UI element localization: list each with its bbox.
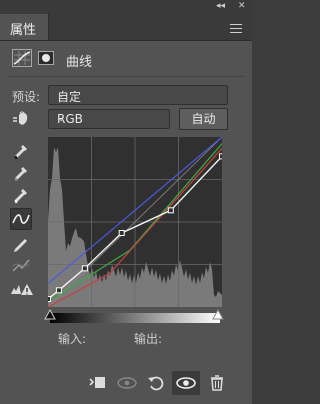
curves-graph[interactable] — [48, 137, 222, 307]
curve-control-point[interactable] — [167, 207, 174, 214]
delete-adjustment-icon[interactable] — [207, 373, 227, 393]
chevron-down-icon: ⌄ — [57, 113, 66, 124]
on-image-adjust-icon[interactable] — [10, 108, 32, 130]
reset-adjustment-icon[interactable] — [146, 373, 166, 393]
bottom-toolbar — [0, 368, 252, 398]
preset-label: 预设: — [12, 90, 41, 104]
properties-panel: ◂◂ ✕ 属性 曲线 预设: 自定 ⌄ RGB ⌄ 自动 输入: 输出: — [0, 0, 252, 404]
clipping-warning-icon[interactable] — [10, 278, 33, 300]
curve-control-point[interactable] — [118, 230, 125, 236]
clip-to-layer-icon[interactable] — [88, 373, 108, 393]
close-icon[interactable]: ✕ — [238, 1, 246, 11]
curve-control-point[interactable] — [55, 287, 62, 294]
divider — [8, 76, 244, 77]
curve-control-point[interactable] — [48, 296, 51, 302]
curves-adjustment-icon[interactable] — [12, 49, 32, 67]
chevron-down-icon: ⌄ — [57, 89, 66, 100]
auto-button[interactable]: 自动 — [179, 108, 228, 130]
edit-points-curve-icon[interactable] — [10, 208, 32, 230]
white-point-slider[interactable] — [212, 309, 224, 321]
adjustment-header: 曲线 — [8, 46, 244, 74]
sample-black-eyedropper-icon[interactable] — [10, 140, 32, 162]
channel-select[interactable]: RGB ⌄ — [48, 109, 170, 129]
tab-properties[interactable]: 属性 — [0, 14, 49, 40]
black-point-slider[interactable] — [44, 309, 56, 321]
curve-control-point[interactable] — [219, 153, 223, 160]
draw-curve-pencil-icon[interactable] — [10, 232, 32, 254]
input-label: 输入: — [58, 332, 87, 346]
sample-white-eyedropper-icon[interactable] — [10, 184, 32, 206]
view-previous-state-icon[interactable] — [116, 373, 137, 393]
panel-title-bar: ◂◂ ✕ — [0, 0, 252, 14]
adjustment-title: 曲线 — [66, 55, 93, 70]
collapse-icon[interactable]: ◂◂ — [216, 1, 225, 11]
layer-mask-icon[interactable] — [38, 51, 54, 65]
auto-button-label: 自动 — [191, 112, 216, 126]
output-label: 输出: — [134, 332, 163, 346]
smooth-curve-icon[interactable] — [10, 254, 32, 276]
tab-bar: 属性 — [0, 14, 252, 41]
hamburger-menu-icon[interactable] — [230, 24, 242, 36]
toggle-visibility-icon[interactable] — [172, 371, 200, 395]
tab-properties-label: 属性 — [10, 23, 37, 38]
input-gradient-slider[interactable] — [50, 313, 220, 323]
curve-control-point[interactable] — [81, 265, 88, 272]
sample-gray-eyedropper-icon[interactable] — [10, 162, 32, 184]
preset-select[interactable]: 自定 ⌄ — [48, 85, 228, 105]
